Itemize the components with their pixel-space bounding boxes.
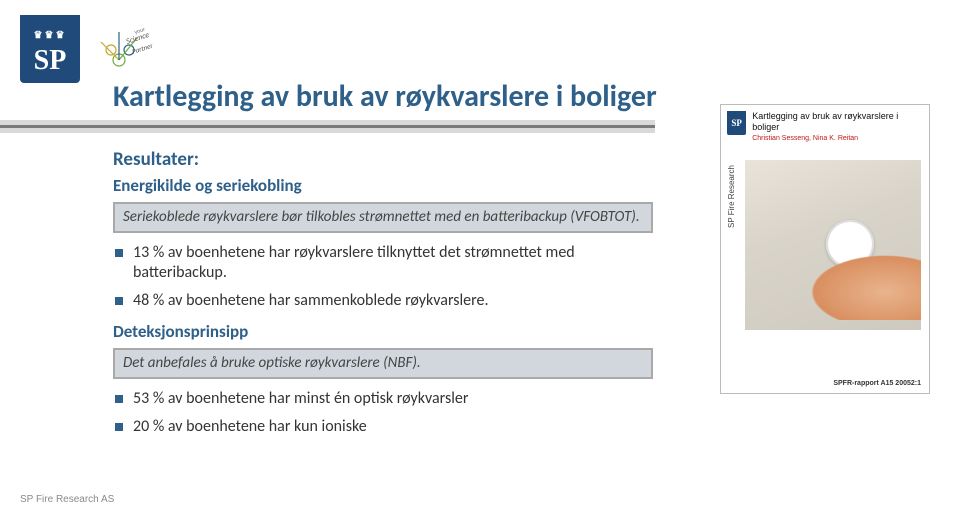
sp-logo: ♛♛♛ SP [20,15,80,83]
section2-bullet-list: 53 % av boenhetene har minst én optisk r… [113,389,653,437]
title-underline [0,120,655,133]
section2-subhead: Deteksjonsprinsipp [113,321,653,342]
content-body: Resultater: Energikilde og seriekobling … [113,148,653,447]
slide-title: Kartlegging av bruk av røykvarslere i bo… [113,78,657,115]
report-cover-thumbnail: SP Kartlegging av bruk av røykvarslere i… [720,104,930,394]
section1-bullet-list: 13 % av boenhetene har røykvarslere tilk… [113,243,653,311]
list-item: 20 % av boenhetene har kun ioniske [113,417,653,437]
report-title: Kartlegging av bruk av røykvarslere i bo… [752,111,921,133]
crown-icon: ♛♛♛ [34,30,67,41]
results-heading: Resultater: [113,148,653,171]
report-authors: Christian Sesseng, Nina K. Reitan [752,135,921,142]
report-code: SPFR-rapport A15 20052:1 [833,380,921,387]
list-item: 53 % av boenhetene har minst én optisk r… [113,389,653,409]
list-item: 13 % av boenhetene har røykvarslere tilk… [113,243,653,283]
footer-brand: SP Fire Research AS [20,494,114,505]
section1-note: Seriekoblede røykvarslere bør tilkobles … [113,202,653,233]
hand-graphic [801,250,921,320]
section2-note: Det anbefales å bruke optiske røykvarsle… [113,348,653,379]
logo-text: SP [34,45,67,77]
science-partner-graphic: your Science Partner [85,20,160,85]
report-side-label: SP Fire Research [727,165,736,228]
list-item: 48 % av boenhetene har sammenkoblede røy… [113,291,653,311]
mini-sp-logo: SP [727,111,746,135]
section1-subhead: Energikilde og seriekobling [113,175,653,196]
report-cover-photo [745,160,921,330]
